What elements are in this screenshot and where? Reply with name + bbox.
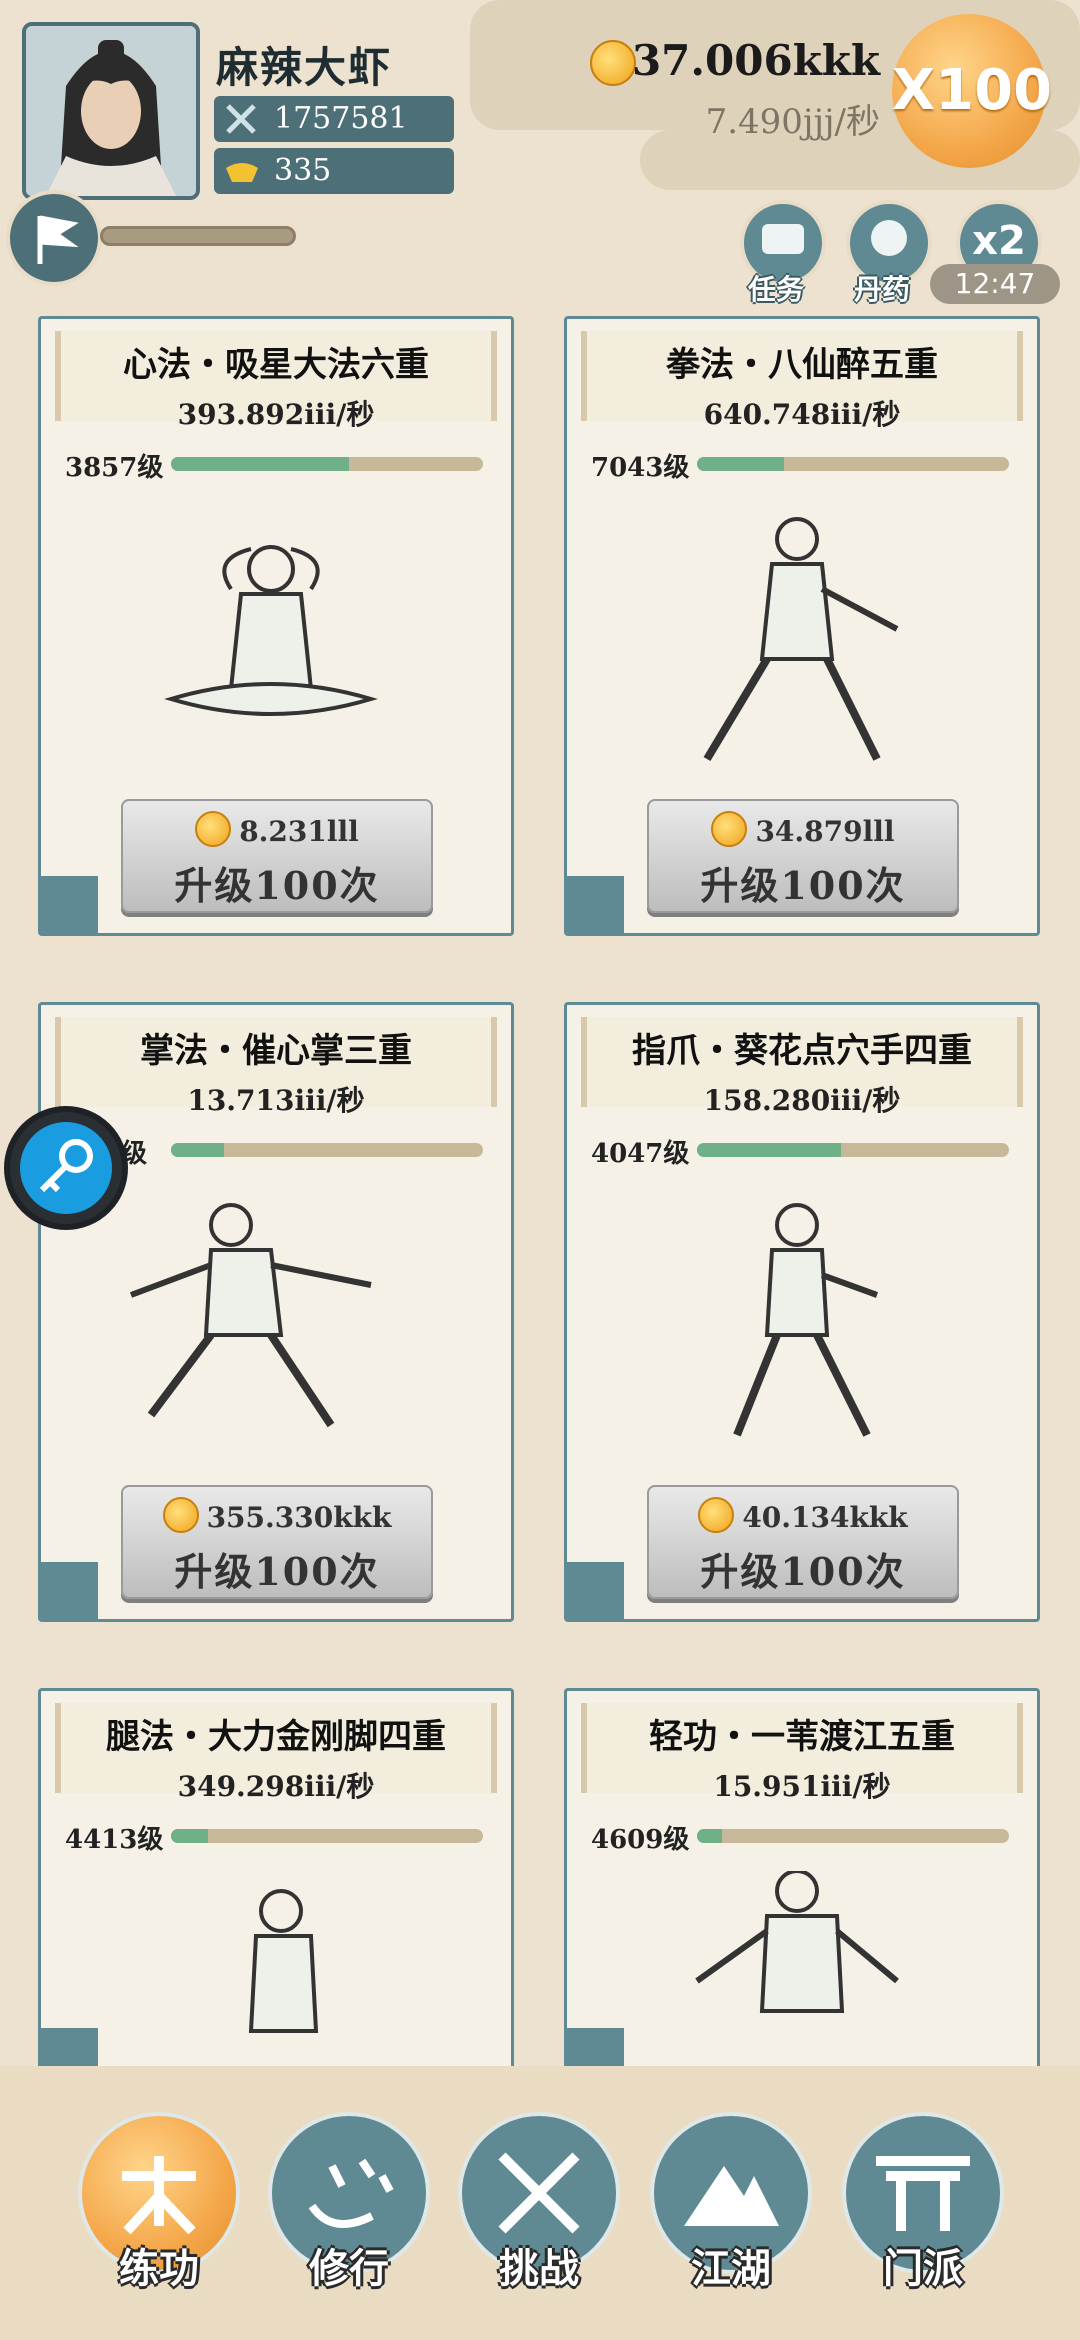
nav-challenge-label: 挑战	[499, 2245, 579, 2292]
skill-level-fill	[171, 1143, 225, 1157]
kick-fighter-illustration	[248, 1889, 319, 2033]
skill-rate: 158.280iii/秒	[703, 1084, 901, 1117]
nav-cultivation-label: 修行	[309, 2245, 389, 2292]
skill-card-3: 指爪・葵花点穴手四重 158.280iii/秒 4047级 40.134kkk …	[564, 1002, 1040, 1622]
upgrade-button[interactable]: 40.134kkk 升级100次	[647, 1485, 959, 1599]
skill-level-fill	[697, 1143, 841, 1157]
skill-card-0: 心法・吸星大法六重 393.892iii/秒 3857级 8.231lll 升级…	[38, 316, 514, 936]
skill-level-fill	[697, 1829, 722, 1843]
upgrade-label: 升级100次	[700, 863, 906, 908]
nav-practice-label: 练功	[119, 2245, 199, 2292]
skill-rate: 640.748iii/秒	[703, 398, 901, 431]
skill-level-bar	[697, 1143, 1009, 1157]
skill-card-5: 轻功・一苇渡江五重 15.951iii/秒 4609级	[564, 1688, 1040, 2088]
skill-level-bar	[171, 1143, 483, 1157]
upgrade-label: 升级100次	[174, 863, 380, 908]
skill-level: 4609级	[591, 1825, 690, 1855]
skill-title: 心法・吸星大法六重	[123, 345, 429, 385]
skill-level: 4413级	[65, 1825, 164, 1855]
ingot-value: 335	[274, 153, 332, 188]
gold-amount: 37.006kkk	[631, 36, 880, 85]
upgrade-button[interactable]: 34.879lll 升级100次	[647, 799, 959, 913]
gold-ingot-icon	[226, 163, 258, 182]
combat-power-value: 1757581	[274, 101, 408, 136]
meditating-fighter-illustration	[164, 545, 378, 716]
fire-coin-icon	[698, 1497, 735, 1533]
skill-rate: 15.951iii/秒	[713, 1770, 891, 1803]
key-icon	[39, 1139, 93, 1193]
skill-level: 4047级	[591, 1139, 690, 1169]
gold-coin-icon	[590, 40, 636, 86]
skill-title: 指爪・葵花点穴手四重	[632, 1031, 972, 1071]
skill-level: 7043级	[591, 453, 690, 483]
combat-power-bar: 1757581	[214, 96, 454, 142]
nav-jianghu-label: 江湖	[691, 2245, 771, 2292]
finger-strike-fighter-illustration	[733, 1203, 879, 1437]
skill-title: 掌法・催心掌三重	[140, 1031, 412, 1071]
upgrade-cost: 8.231lll	[239, 815, 359, 848]
palm-strike-fighter-illustration	[129, 1203, 372, 1428]
task-label: 任务	[748, 273, 805, 306]
skill-level: 3857级	[65, 453, 164, 483]
x2-icon: x2	[972, 218, 1026, 264]
skill-level-fill	[171, 457, 349, 471]
skill-card-2: 掌法・催心掌三重 13.713iii/秒 级 355.330kkk 升级100次	[38, 1002, 514, 1622]
pill-label: 丹药	[854, 273, 911, 306]
skill-level-fill	[171, 1829, 209, 1843]
nav-sect-label: 门派	[883, 2245, 963, 2292]
experience-bar	[100, 226, 296, 246]
fist-stance-fighter-illustration	[703, 517, 899, 762]
flag-icon	[37, 215, 79, 264]
skill-level-bar	[697, 1829, 1009, 1843]
fire-coin-icon	[195, 811, 232, 847]
crossed-swords-icon	[226, 104, 256, 134]
skill-level-bar	[697, 457, 1009, 471]
upgrade-button[interactable]: 355.330kkk 升级100次	[121, 1485, 433, 1599]
skill-level-bar	[171, 1829, 483, 1843]
multiplier-button[interactable]: X100	[892, 14, 1052, 168]
gold-rate: 7.490jjj/秒	[705, 102, 880, 142]
fire-coin-icon	[162, 1497, 199, 1533]
skill-level-bar	[171, 457, 483, 471]
upgrade-label: 升级100次	[174, 1549, 380, 1594]
sect-flag-emblem[interactable]	[6, 190, 102, 286]
speed-timer: 12:47	[930, 264, 1060, 304]
running-fighter-illustration	[695, 1871, 899, 2013]
player-name: 麻辣大虾	[216, 43, 393, 92]
upgrade-cost: 34.879lll	[755, 815, 895, 848]
skill-rate: 393.892iii/秒	[177, 398, 375, 431]
upgrade-cost: 40.134kkk	[742, 1501, 908, 1534]
key-badge-button[interactable]	[4, 1106, 128, 1230]
skill-card-4: 腿法・大力金刚脚四重 349.298iii/秒 4413级	[38, 1688, 514, 2088]
upgrade-cost: 355.330kkk	[206, 1501, 392, 1534]
upgrade-label: 升级100次	[700, 1549, 906, 1594]
skill-level-fill	[697, 457, 785, 471]
fire-coin-icon	[711, 811, 748, 847]
player-avatar[interactable]	[22, 22, 200, 200]
skill-title: 拳法・八仙醉五重	[666, 345, 938, 385]
ingot-bar: 335	[214, 148, 454, 194]
skill-title: 腿法・大力金刚脚四重	[106, 1717, 446, 1757]
upgrade-button[interactable]: 8.231lll 升级100次	[121, 799, 433, 913]
skill-title: 轻功・一苇渡江五重	[649, 1717, 955, 1757]
skill-rate: 349.298iii/秒	[177, 1770, 375, 1803]
skill-rate: 13.713iii/秒	[187, 1084, 365, 1117]
skill-card-1: 拳法・八仙醉五重 640.748iii/秒 7043级 34.879lll 升级…	[564, 316, 1040, 936]
